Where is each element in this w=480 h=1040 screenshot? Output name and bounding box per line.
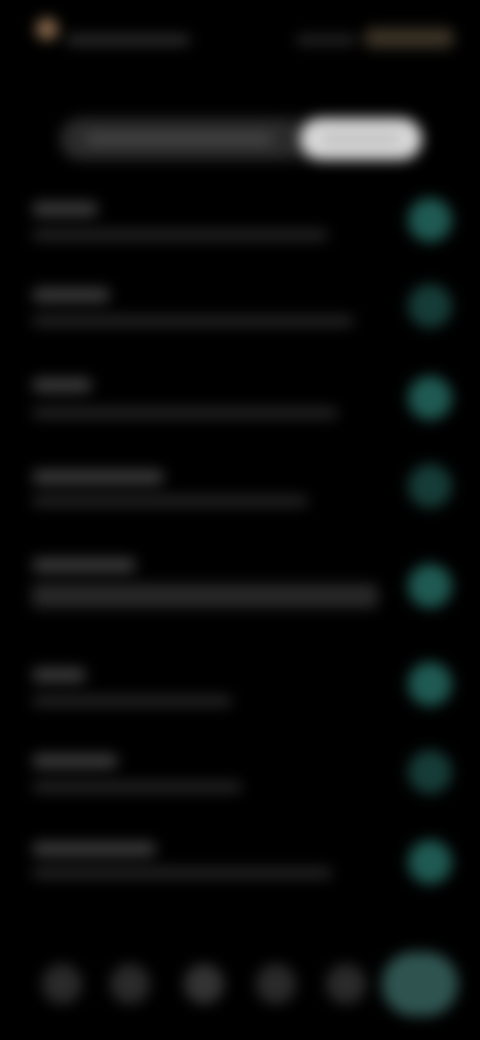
row-toggle[interactable] bbox=[408, 564, 452, 608]
bottom-navigation bbox=[0, 950, 480, 1020]
settings-row[interactable] bbox=[0, 280, 480, 360]
row-title bbox=[32, 668, 86, 682]
nav-icon[interactable] bbox=[110, 964, 150, 1004]
row-title bbox=[32, 288, 110, 302]
settings-row[interactable] bbox=[0, 836, 480, 916]
row-subtitle bbox=[32, 584, 378, 608]
status-bar bbox=[0, 10, 480, 50]
settings-row[interactable] bbox=[0, 370, 480, 450]
notification-icon bbox=[36, 18, 58, 40]
settings-row[interactable] bbox=[0, 750, 480, 830]
segment-right-selected[interactable] bbox=[300, 118, 422, 160]
segment-left-label bbox=[85, 134, 273, 144]
nav-icon[interactable] bbox=[42, 964, 82, 1004]
row-subtitle bbox=[32, 230, 328, 240]
row-title bbox=[32, 378, 92, 392]
row-title bbox=[32, 470, 164, 484]
nav-icon[interactable] bbox=[184, 964, 224, 1004]
settings-row[interactable] bbox=[0, 190, 480, 270]
row-title bbox=[32, 754, 118, 768]
row-title bbox=[32, 558, 136, 572]
settings-row[interactable] bbox=[0, 660, 480, 740]
app-screen bbox=[0, 0, 480, 1040]
segmented-control bbox=[60, 118, 422, 160]
row-title bbox=[32, 842, 156, 856]
settings-row[interactable] bbox=[0, 460, 480, 540]
battery-icon bbox=[364, 28, 454, 48]
status-time bbox=[66, 36, 190, 44]
row-subtitle bbox=[32, 868, 332, 878]
row-toggle[interactable] bbox=[408, 750, 452, 794]
row-subtitle bbox=[32, 696, 232, 706]
segment-left[interactable] bbox=[60, 118, 298, 160]
row-subtitle bbox=[32, 316, 354, 326]
row-toggle[interactable] bbox=[408, 284, 452, 328]
row-toggle[interactable] bbox=[408, 464, 452, 508]
nav-icon[interactable] bbox=[326, 964, 366, 1004]
settings-row[interactable] bbox=[0, 550, 480, 650]
status-signal-icon bbox=[296, 36, 356, 44]
row-subtitle bbox=[32, 408, 338, 418]
action-icon[interactable] bbox=[382, 952, 458, 1016]
row-toggle[interactable] bbox=[408, 662, 452, 706]
row-title bbox=[32, 202, 98, 216]
nav-icon[interactable] bbox=[256, 964, 296, 1004]
row-subtitle bbox=[32, 782, 242, 792]
row-toggle[interactable] bbox=[408, 376, 452, 420]
row-toggle[interactable] bbox=[408, 198, 452, 242]
segment-right-label bbox=[321, 134, 401, 144]
row-subtitle bbox=[32, 496, 308, 506]
row-toggle[interactable] bbox=[408, 840, 452, 884]
